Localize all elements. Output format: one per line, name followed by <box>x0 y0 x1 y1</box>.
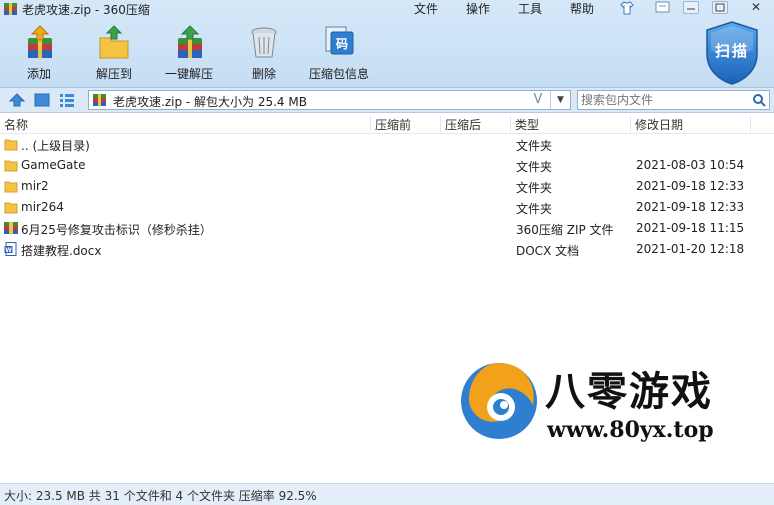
zip-info-icon: 码 <box>325 26 354 55</box>
delete-button[interactable]: 删除 <box>229 24 299 84</box>
maximize-icon <box>715 3 725 12</box>
file-type: 文件夹 <box>516 181 553 195</box>
menu-file[interactable]: 文件 <box>414 0 438 17</box>
add-label: 添加 <box>26 67 51 81</box>
watermark-logo-icon <box>461 363 537 439</box>
file-name: 搭建教程.docx <box>21 244 102 258</box>
file-date: 2021-01-20 12:18 <box>636 242 745 256</box>
extract-to-label: 解压到 <box>95 67 132 81</box>
close-button[interactable]: ✕ <box>742 0 770 15</box>
folder-icon <box>4 202 18 214</box>
column-divider[interactable] <box>440 116 441 132</box>
menu-operation[interactable]: 操作 <box>466 0 490 17</box>
menu-tools[interactable]: 工具 <box>518 0 542 17</box>
column-compressed-after[interactable]: 压缩后 <box>445 116 481 133</box>
shirt-skin-icon[interactable] <box>620 1 634 15</box>
restore-button[interactable] <box>683 1 699 14</box>
status-bar: 大小: 23.5 MB 共 31 个文件和 4 个文件夹 压缩率 92.5% <box>0 483 774 505</box>
delete-label: 删除 <box>251 67 276 81</box>
search-input[interactable] <box>578 91 750 109</box>
list-item[interactable]: .. (上级目录) 文件夹 <box>0 134 774 155</box>
file-date: 2021-09-18 12:33 <box>636 200 745 214</box>
address-path: 老虎攻速.zip - 解包大小为 25.4 MB <box>113 95 307 109</box>
add-archive-icon <box>28 25 52 58</box>
zip-app-icon <box>4 3 17 15</box>
details-view-icon[interactable] <box>58 92 76 108</box>
file-date: 2021-08-03 10:54 <box>636 158 745 172</box>
address-bar: 老虎攻速.zip - 解包大小为 25.4 MB V ▼ <box>0 88 774 113</box>
column-type[interactable]: 类型 <box>515 116 539 133</box>
column-divider[interactable] <box>630 116 631 132</box>
folder-icon <box>4 160 18 172</box>
file-type: 文件夹 <box>516 160 553 174</box>
zip-info-button[interactable]: 码 压缩包信息 <box>304 24 374 84</box>
column-divider[interactable] <box>510 116 511 132</box>
file-date: 2021-09-18 12:33 <box>636 179 745 193</box>
file-name: GameGate <box>21 158 86 172</box>
folder-icon <box>4 139 18 151</box>
extract-folder-icon <box>99 25 129 59</box>
column-divider[interactable] <box>370 116 371 132</box>
one-click-extract-icon <box>178 25 202 58</box>
list-item[interactable]: W 搭建教程.docx DOCX 文档 2021-01-20 12:18 <box>0 239 774 260</box>
restore-icon <box>687 8 695 10</box>
chevron-down-icon[interactable]: ▼ <box>550 91 570 109</box>
word-doc-icon: W <box>4 242 17 256</box>
file-type: DOCX 文档 <box>516 244 580 258</box>
maximize-button[interactable] <box>712 1 728 14</box>
svg-text:W: W <box>5 247 12 254</box>
top-bar: 老虎攻速.zip - 360压缩 文件 操作 工具 帮助 ✕ 添加 解压到 一键… <box>0 0 774 88</box>
column-compressed-before[interactable]: 压缩前 <box>375 116 411 133</box>
list-item[interactable]: 6月25号修复攻击标识（修秒杀挂） 360压缩 ZIP 文件 2021-09-1… <box>0 218 774 239</box>
file-type: 文件夹 <box>516 202 553 216</box>
list-item[interactable]: mir264 文件夹 2021-09-18 12:33 <box>0 197 774 218</box>
title-bar: 老虎攻速.zip - 360压缩 文件 操作 工具 帮助 ✕ <box>0 0 774 18</box>
column-modified[interactable]: 修改日期 <box>635 116 683 133</box>
column-header: 名称 压缩前 压缩后 类型 修改日期 <box>0 114 774 134</box>
add-button[interactable]: 添加 <box>4 24 74 84</box>
scan-button[interactable]: 扫描 <box>703 20 761 86</box>
scan-label: 扫描 <box>714 42 749 60</box>
svg-text:码: 码 <box>336 37 348 51</box>
trash-icon <box>251 27 277 58</box>
extract-to-button[interactable]: 解压到 <box>79 24 149 84</box>
menu-help[interactable]: 帮助 <box>570 0 594 17</box>
feedback-icon[interactable] <box>655 1 670 15</box>
file-name: 6月25号修复攻击标识（修秒杀挂） <box>21 223 212 237</box>
address-field[interactable]: 老虎攻速.zip - 解包大小为 25.4 MB V ▼ <box>88 90 571 110</box>
address-check-icon[interactable]: V <box>528 91 548 109</box>
watermark-title: 八零游戏 <box>545 369 713 415</box>
watermark: 八零游戏 www.80yx.top <box>455 355 765 450</box>
status-text: 大小: 23.5 MB 共 31 个文件和 4 个文件夹 压缩率 92.5% <box>4 489 317 503</box>
zip-archive-icon <box>93 94 106 106</box>
file-name: .. (上级目录) <box>21 139 90 153</box>
search-icon[interactable] <box>752 93 766 107</box>
zip-file-icon <box>4 222 18 234</box>
column-name[interactable]: 名称 <box>4 116 28 133</box>
search-box <box>577 90 770 110</box>
one-click-extract-button[interactable]: 一键解压 <box>154 24 224 84</box>
watermark-url: www.80yx.top <box>547 417 714 443</box>
list-item[interactable]: mir2 文件夹 2021-09-18 12:33 <box>0 176 774 197</box>
one-click-extract-label: 一键解压 <box>164 67 213 81</box>
file-name: mir2 <box>21 179 49 193</box>
file-name: mir264 <box>21 200 64 214</box>
large-icons-view-icon[interactable] <box>33 92 51 108</box>
file-type: 文件夹 <box>516 139 553 153</box>
zip-info-label: 压缩包信息 <box>308 67 369 81</box>
window-title: 老虎攻速.zip - 360压缩 <box>22 3 150 17</box>
up-arrow-icon[interactable] <box>8 92 26 108</box>
list-item[interactable]: GameGate 文件夹 2021-08-03 10:54 <box>0 155 774 176</box>
folder-icon <box>4 181 18 193</box>
file-date: 2021-09-18 11:15 <box>636 221 745 235</box>
column-divider[interactable] <box>750 116 751 132</box>
file-type: 360压缩 ZIP 文件 <box>516 223 614 237</box>
